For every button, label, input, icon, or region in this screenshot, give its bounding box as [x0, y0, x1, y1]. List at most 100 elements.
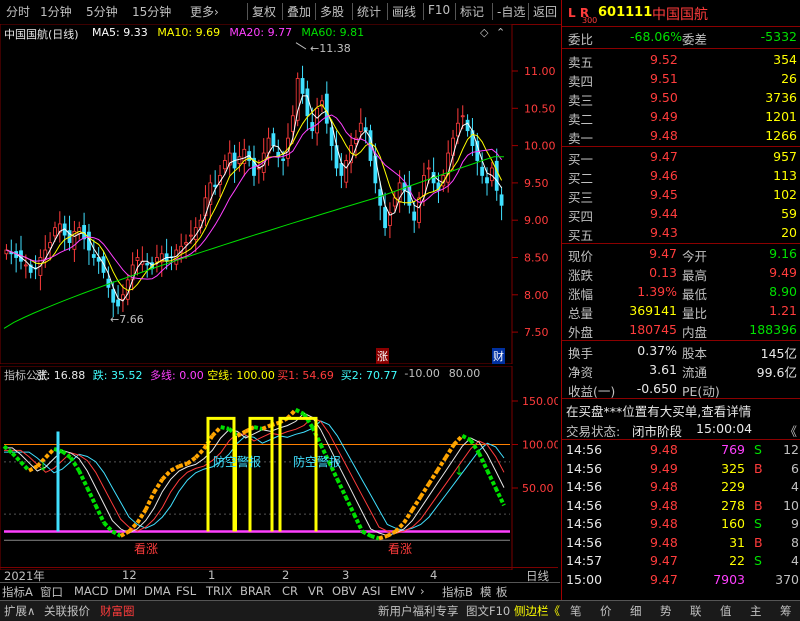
bottom-right-item[interactable]: 联 — [690, 603, 702, 619]
stat-label: 流通 — [682, 365, 708, 380]
tick-volume: 31 — [729, 534, 745, 550]
period-2[interactable]: 5分钟 — [86, 3, 118, 20]
sell-row[interactable]: 卖三 9.50 3736 — [562, 89, 800, 108]
sell-row[interactable]: 卖一 9.48 1266 — [562, 127, 800, 146]
bottom-left-item[interactable]: 扩展∧ — [4, 603, 35, 619]
tick-price: 9.47 — [650, 571, 678, 587]
bottom-right-item[interactable]: 细 — [630, 603, 642, 619]
indicator-tab[interactable]: DMA — [144, 584, 171, 598]
indicator-tab[interactable]: 指标B — [442, 584, 473, 600]
indicator-tab[interactable]: › — [420, 584, 425, 598]
bottom-bar: 扩展∧ 关联报价 财富圈 新用户福利专享 图文F10 侧边栏《笔 价 细 势 联 值 主 筹 — [0, 600, 800, 621]
candle-body — [344, 160, 349, 183]
candle-body — [184, 242, 188, 245]
indicator-tab[interactable]: VR — [308, 584, 324, 598]
buy-row[interactable]: 买一 9.47 957 — [562, 148, 800, 167]
candle-body — [499, 194, 504, 206]
sell-row[interactable]: 卖四 9.51 26 — [562, 70, 800, 89]
indicator-header-item: 80.00 — [448, 367, 481, 380]
toolbar-2[interactable]: 多股 — [320, 3, 344, 20]
bottom-right-item[interactable]: 势 — [660, 603, 672, 619]
toolbar-separator — [423, 3, 424, 20]
big-order-alert[interactable]: 在买盘***位置有大买单,查看详情 — [566, 401, 751, 420]
period-1[interactable]: 1分钟 — [40, 3, 72, 20]
tick-price: 9.48 — [650, 442, 678, 457]
period-0[interactable]: 分时 — [6, 3, 30, 20]
diamond-icon[interactable]: ◇ — [480, 26, 488, 39]
indicator-tab[interactable]: FSL — [176, 584, 196, 598]
buy-row[interactable]: 买二 9.46 113 — [562, 167, 800, 186]
indicator-tab[interactable]: BRAR — [240, 584, 271, 598]
period-3[interactable]: 15分钟 — [132, 3, 171, 20]
tick-price: 9.48 — [650, 479, 678, 494]
toolbar-6[interactable]: 标记 — [460, 3, 484, 20]
indicator-tab[interactable]: TRIX — [206, 584, 232, 598]
low-label: ←7.66 — [110, 313, 144, 326]
stat-label: 量比 — [682, 306, 708, 321]
tick-count: 10 — [783, 497, 799, 513]
buy-row[interactable]: 买三 9.45 102 — [562, 186, 800, 205]
toolbar-7[interactable]: -自选 — [497, 3, 525, 20]
sell-row[interactable]: 卖二 9.49 1201 — [562, 108, 800, 127]
collapse-icon[interactable]: ⌃ — [496, 26, 505, 39]
bottom-right-item[interactable]: 筹 — [780, 603, 792, 619]
indicator-chart[interactable]: 150.00 100.00 50.00 ↓ ↓ — [0, 366, 558, 570]
toolbar-5[interactable]: F10 — [428, 3, 450, 17]
tick-price: 9.48 — [650, 516, 678, 531]
buy-row[interactable]: 买四 9.44 59 — [562, 205, 800, 224]
kline-chart[interactable]: 11.00 10.50 10.00 9.50 9.00 8.50 8.00 7.50 ←11.3… — [0, 24, 558, 364]
tick-count: 370 — [775, 571, 799, 587]
candle-body — [222, 160, 227, 170]
bottom-middle-item[interactable]: 新用户福利专享 — [378, 603, 459, 619]
level-volume: 102 — [773, 187, 797, 202]
date-label: 2 — [282, 568, 290, 582]
ma-label-1: MA10: 9.69 — [157, 26, 221, 39]
indicator-tab[interactable]: OBV — [332, 584, 356, 598]
indicator-tab[interactable]: CR — [282, 584, 298, 598]
candle-body — [378, 189, 383, 206]
cai-badge[interactable]: 财 — [492, 348, 505, 364]
tick-count: 12 — [783, 442, 799, 457]
sell-row[interactable]: 卖五 9.52 354 — [562, 51, 800, 70]
indicator-tab[interactable]: DMI — [114, 584, 136, 598]
candle-body — [155, 257, 159, 263]
indicator-tab[interactable]: ASI — [362, 584, 381, 598]
toolbar-4[interactable]: 画线 — [392, 3, 416, 20]
indicator-tab[interactable]: 指标A — [2, 584, 33, 600]
indicator-tab[interactable]: MACD — [74, 584, 108, 598]
tick-row: 14:56 9.48 31 B 8 — [562, 534, 800, 553]
stat-row: 涨幅 1.39% 最低 8.90 — [562, 283, 800, 302]
bottom-right-item[interactable]: 值 — [720, 603, 732, 619]
stat-label: 总量 — [568, 306, 594, 321]
toolbar-0[interactable]: 复权 — [252, 3, 276, 20]
tick-volume: 160 — [721, 516, 745, 531]
chart-area: 11.00 10.50 10.00 9.50 9.00 8.50 8.00 7.50 ←11.3… — [0, 24, 558, 570]
bottom-right-item[interactable]: 笔 — [570, 603, 582, 619]
bottom-middle-item[interactable]: 侧边栏《 — [514, 603, 560, 619]
bottom-right-item[interactable]: 主 — [750, 603, 762, 619]
tick-row: 14:56 9.48 278 B 10 — [562, 497, 800, 516]
bottom-right-item[interactable]: 价 — [600, 603, 612, 619]
indicator-tab[interactable]: 板 — [496, 584, 508, 600]
tick-price: 9.48 — [650, 497, 678, 513]
level-label: 卖一 — [568, 131, 594, 146]
indicator-tab[interactable]: 模 — [480, 584, 492, 600]
price-tick: 9.50 — [524, 177, 549, 190]
bottom-left-item[interactable]: 关联报价 — [44, 603, 90, 619]
bottom-middle-item[interactable]: 图文F10 — [466, 603, 510, 619]
trade-status-row: 交易状态: 闭市阶段 15:00:04 《 — [562, 420, 800, 439]
toolbar-1[interactable]: 叠加 — [287, 3, 311, 20]
toolbar-8[interactable]: 返回 — [533, 3, 557, 20]
weibi-value: -68.06% — [630, 29, 683, 44]
zhang-badge[interactable]: 涨 — [376, 348, 389, 364]
toolbar-3[interactable]: 统计 — [357, 3, 381, 20]
indicator-tab[interactable]: 窗口 — [40, 584, 63, 600]
chevron-left-icon[interactable]: 《 — [784, 421, 797, 440]
period-4[interactable]: 更多› — [190, 3, 219, 20]
indicator-tab-bar: 指标A 窗口 MACD DMI DMA FSL TRIX BRAR CR VR OBV ASI EMV ›… — [0, 582, 560, 601]
tick-time: 14:56 — [566, 460, 603, 476]
bottom-left-item[interactable]: 财富圈 — [100, 603, 135, 619]
indicator-tab[interactable]: EMV — [390, 584, 415, 598]
buy-row[interactable]: 买五 9.43 20 — [562, 224, 800, 243]
level-volume: 113 — [773, 168, 797, 183]
